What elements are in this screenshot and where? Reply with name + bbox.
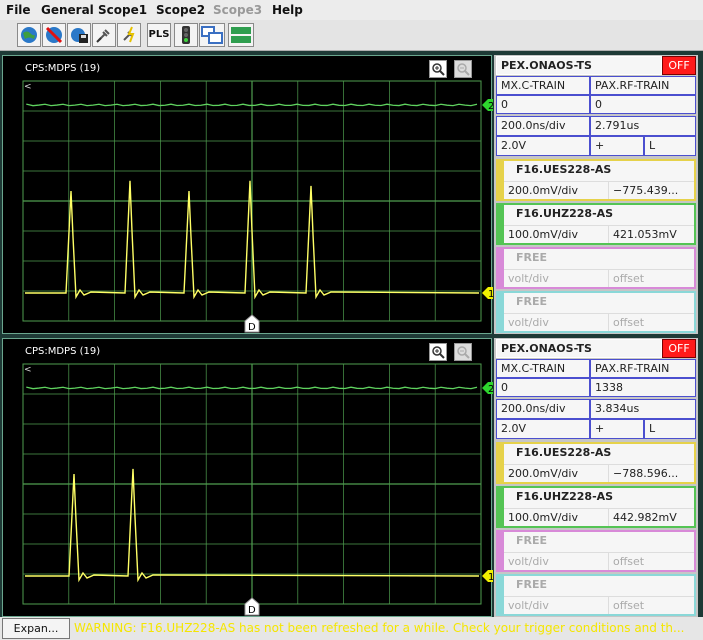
channel-3-scale[interactable]: volt/div xyxy=(504,269,608,287)
off-button[interactable]: OFF xyxy=(662,339,696,358)
expand-button[interactable]: Expan... xyxy=(2,618,70,639)
plug-icon[interactable] xyxy=(92,23,116,47)
trigger-slope-field[interactable]: + xyxy=(590,136,644,156)
warning-message: WARNING: F16.UHZ228-AS has not been refr… xyxy=(74,621,685,635)
trigger-marker-label: D xyxy=(248,605,256,616)
channel-3-device: FREE xyxy=(516,251,548,264)
channel-3-box[interactable]: FREE volt/div offset xyxy=(496,247,696,289)
trigger-mode-field[interactable]: L xyxy=(644,136,696,156)
train-right-label: PAX.RF-TRAIN xyxy=(590,359,696,378)
channel-3-box[interactable]: FREE volt/div offset xyxy=(496,530,696,572)
channel-4-device: FREE xyxy=(516,295,548,308)
train-left-label: MX.C-TRAIN xyxy=(496,76,590,95)
channel-2-offset[interactable]: 421.053mV xyxy=(608,225,694,243)
train-right-value[interactable]: 0 xyxy=(590,95,696,114)
time-delay-field[interactable]: 2.791us xyxy=(590,116,696,136)
train-right-label: PAX.RF-TRAIN xyxy=(590,76,696,95)
scope-display-2: CPS:MDPS (19) 2 1 D < xyxy=(2,338,493,618)
channel-2-scale[interactable]: 100.0mV/div xyxy=(504,508,608,526)
off-button[interactable]: OFF xyxy=(662,56,696,75)
channel-1-device: F16.UES228-AS xyxy=(516,163,612,176)
toolbar: PLS xyxy=(0,20,703,51)
menu-general[interactable]: General xyxy=(41,3,94,17)
channel-3-offset[interactable]: offset xyxy=(608,552,694,570)
channel-3-offset[interactable]: offset xyxy=(608,269,694,287)
status-bar: Expan... WARNING: F16.UHZ228-AS has not … xyxy=(0,617,703,640)
no-signal-icon[interactable] xyxy=(42,23,66,47)
scope-plot[interactable]: 2 1 D < xyxy=(3,339,493,618)
main-device-name[interactable]: PEX.ONAOS-TS xyxy=(496,56,662,75)
channel-2-device: F16.UHZ228-AS xyxy=(516,490,614,503)
channel-2-device: F16.UHZ228-AS xyxy=(516,207,614,220)
channel-4-offset[interactable]: offset xyxy=(608,596,694,614)
train-left-value[interactable]: 0 xyxy=(496,95,590,114)
channel-1-offset[interactable]: −788.596... xyxy=(608,464,694,482)
time-delay-field[interactable]: 3.834us xyxy=(590,399,696,419)
channel-4-scale[interactable]: volt/div xyxy=(504,313,608,331)
trigger-level-field[interactable]: 2.0V xyxy=(496,419,590,439)
edge-marker: < xyxy=(24,82,32,92)
scope-display-1: CPS:MDPS (19) 2 1 D < xyxy=(2,55,493,335)
channel-4-box[interactable]: FREE volt/div offset xyxy=(496,291,696,333)
menu-file[interactable]: File xyxy=(6,3,31,17)
channel-2-box[interactable]: F16.UHZ228-AS 100.0mV/div 442.982mV xyxy=(496,486,696,528)
scope-settings-1: PEX.ONAOS-TS OFF MX.C-TRAIN PAX.RF-TRAIN… xyxy=(494,55,698,334)
save-disk-icon[interactable] xyxy=(67,23,91,47)
menu-bar: File General Scope1 Scope2 Scope3 Help xyxy=(0,0,703,20)
channel-2-marker-label: 2 xyxy=(488,384,493,395)
scope-settings-2: PEX.ONAOS-TS OFF MX.C-TRAIN PAX.RF-TRAIN… xyxy=(494,338,698,617)
main-device-name[interactable]: PEX.ONAOS-TS xyxy=(496,339,662,358)
channel-4-box[interactable]: FREE volt/div offset xyxy=(496,574,696,616)
channel-3-device: FREE xyxy=(516,534,548,547)
pls-button[interactable]: PLS xyxy=(147,23,171,47)
channel-1-offset[interactable]: −775.439... xyxy=(608,181,694,199)
time-div-field[interactable]: 200.0ns/div xyxy=(496,116,590,136)
channel-2-scale[interactable]: 100.0mV/div xyxy=(504,225,608,243)
channel-1-box[interactable]: F16.UES228-AS 200.0mV/div −788.596... xyxy=(496,442,696,484)
channel-2-offset[interactable]: 442.982mV xyxy=(608,508,694,526)
channel-1-marker-label: 1 xyxy=(488,289,493,300)
traffic-light-icon[interactable] xyxy=(174,23,198,47)
channel-3-scale[interactable]: volt/div xyxy=(504,552,608,570)
channel-2-marker-label: 2 xyxy=(488,101,493,112)
train-left-label: MX.C-TRAIN xyxy=(496,359,590,378)
channel-2-box[interactable]: F16.UHZ228-AS 100.0mV/div 421.053mV xyxy=(496,203,696,245)
train-right-value[interactable]: 1338 xyxy=(590,378,696,397)
trigger-slope-field[interactable]: + xyxy=(590,419,644,439)
channel-1-box[interactable]: F16.UES228-AS 200.0mV/div −775.439... xyxy=(496,159,696,201)
channel-1-scale[interactable]: 200.0mV/div xyxy=(504,181,608,199)
menu-scope2[interactable]: Scope2 xyxy=(156,3,205,17)
pls-label: PLS xyxy=(148,29,170,40)
channel-4-device: FREE xyxy=(516,578,548,591)
channel-1-device: F16.UES228-AS xyxy=(516,446,612,459)
menu-scope1[interactable]: Scope1 xyxy=(98,3,147,17)
channel-4-offset[interactable]: offset xyxy=(608,313,694,331)
trigger-mode-field[interactable]: L xyxy=(644,419,696,439)
plug-lightning-icon[interactable] xyxy=(117,23,141,47)
channel-1-marker-label: 1 xyxy=(488,572,493,583)
window-layout-icon[interactable] xyxy=(199,23,225,47)
train-left-value[interactable]: 0 xyxy=(496,378,590,397)
time-div-field[interactable]: 200.0ns/div xyxy=(496,399,590,419)
channel-4-scale[interactable]: volt/div xyxy=(504,596,608,614)
trigger-level-field[interactable]: 2.0V xyxy=(496,136,590,156)
menu-scope3: Scope3 xyxy=(213,3,263,17)
scope-plot[interactable]: 2 1 D < xyxy=(3,56,493,335)
globe-icon[interactable] xyxy=(17,23,41,47)
edge-marker: < xyxy=(24,365,32,375)
menu-help[interactable]: Help xyxy=(272,3,303,17)
trigger-marker-label: D xyxy=(248,322,256,333)
channel-1-scale[interactable]: 200.0mV/div xyxy=(504,464,608,482)
stacked-layout-icon[interactable] xyxy=(228,23,254,47)
